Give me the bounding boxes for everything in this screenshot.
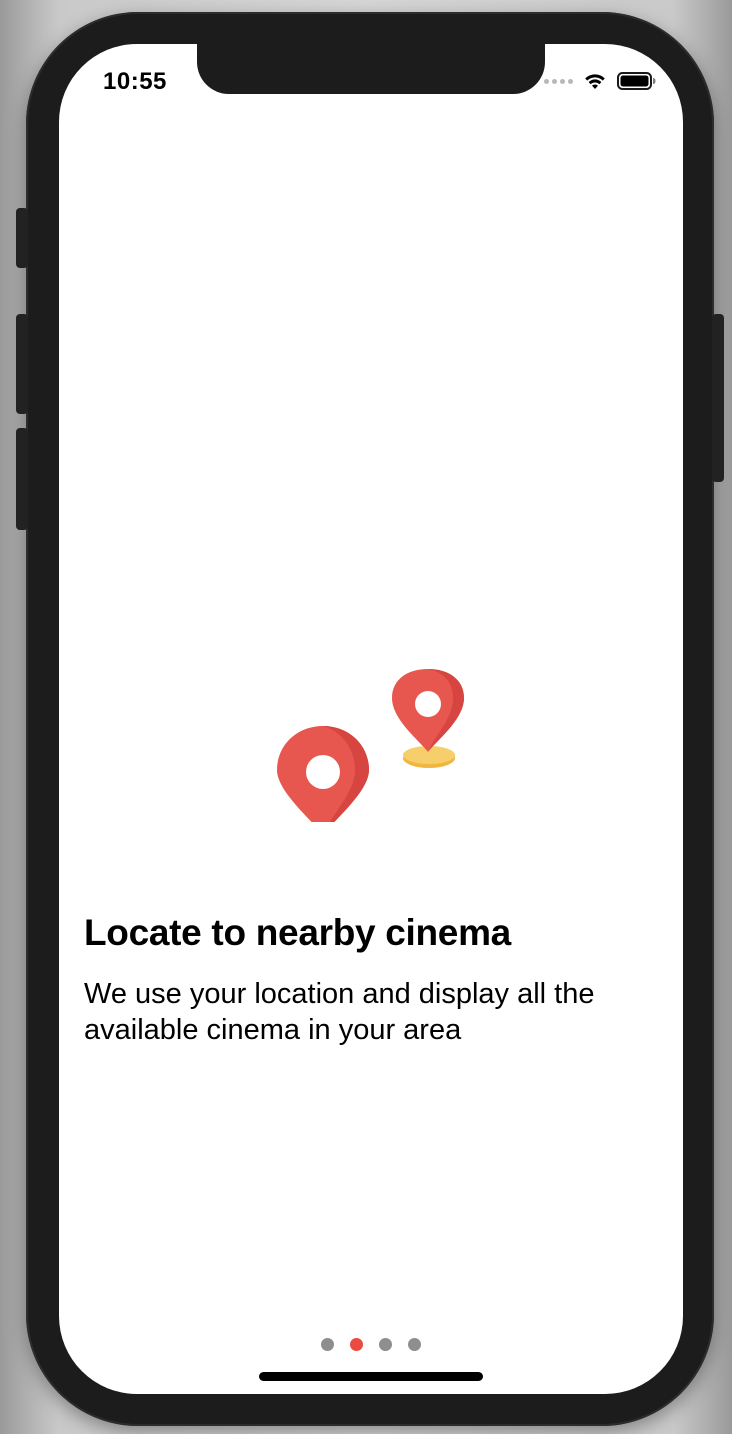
map-pin-small-icon <box>392 669 464 752</box>
screen: 10:55 Locate to nearby cinema We use you… <box>59 44 683 1394</box>
battery-icon <box>617 72 656 90</box>
page-dot-2-active[interactable] <box>350 1338 363 1351</box>
wifi-icon <box>585 74 605 89</box>
power-button <box>712 314 724 482</box>
status-time: 10:55 <box>103 68 167 95</box>
volume-down-button <box>16 428 28 530</box>
location-illustration <box>277 669 464 822</box>
notch <box>197 44 545 94</box>
mute-switch <box>16 208 28 268</box>
volume-up-button <box>16 314 28 414</box>
onboarding-title: Locate to nearby cinema <box>84 912 511 953</box>
onboarding-description: We use your location and display all the… <box>84 978 595 1046</box>
page-control[interactable] <box>59 1338 683 1351</box>
page-dot-4[interactable] <box>408 1338 421 1351</box>
page-dot-3[interactable] <box>379 1338 392 1351</box>
status-icons <box>544 70 657 92</box>
home-indicator[interactable] <box>259 1372 483 1381</box>
map-pin-large-icon <box>277 726 369 822</box>
cellular-signal-icon <box>544 78 573 84</box>
page-dot-1[interactable] <box>321 1338 334 1351</box>
